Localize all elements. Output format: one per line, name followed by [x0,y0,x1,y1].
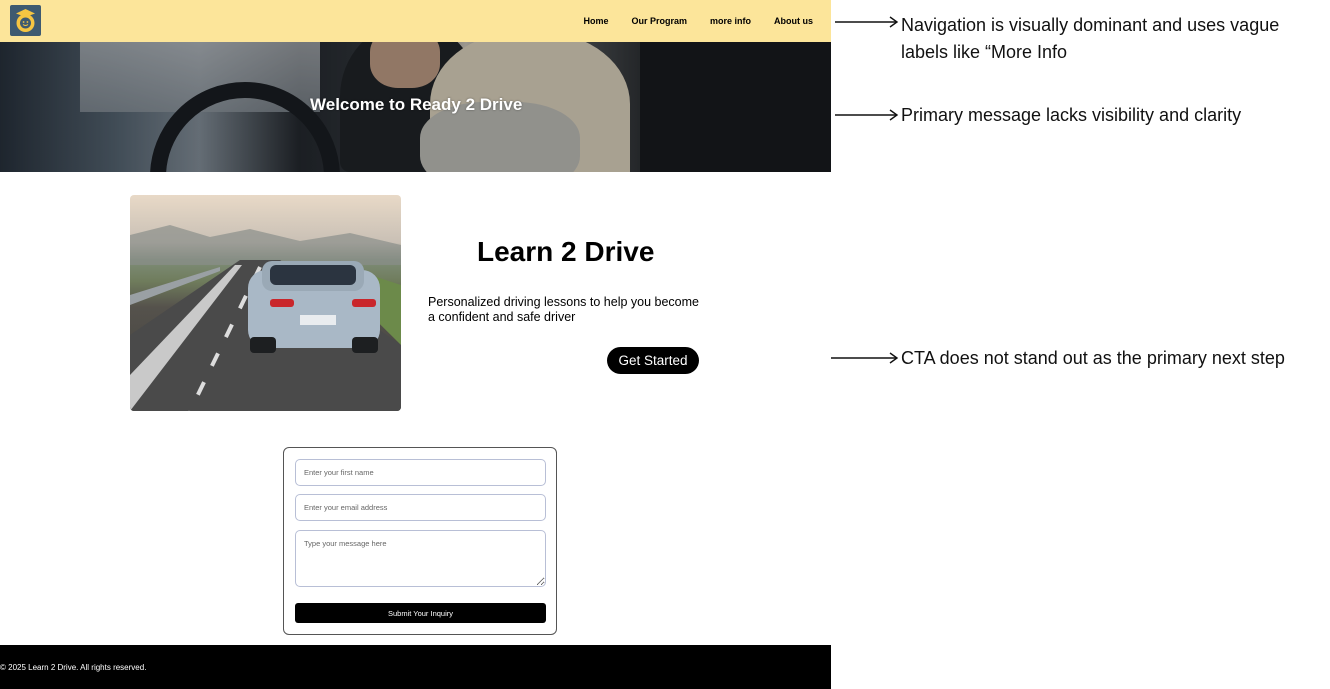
submit-inquiry-button[interactable]: Submit Your Inquiry [295,603,546,623]
first-name-input[interactable] [295,459,546,486]
graduate-face-icon [16,9,35,32]
hero-title: Welcome to Ready 2 Drive [310,95,523,114]
annotation-cta: CTA does not stand out as the primary ne… [901,348,1285,368]
navbar: Home Our Program more info About us [0,0,831,42]
email-input[interactable] [295,494,546,521]
nav-home[interactable]: Home [583,16,608,26]
get-started-button[interactable]: Get Started [607,347,699,374]
message-textarea[interactable] [295,530,546,587]
intro-description: Personalized driving lessons to help you… [428,295,699,324]
hero-banner: Welcome to Ready 2 Drive [0,42,831,172]
nav-about-us[interactable]: About us [774,16,813,26]
nav-links: Home Our Program more info About us [583,0,813,42]
inquiry-form: Submit Your Inquiry [283,447,557,635]
arrow-right-icon [831,352,899,364]
arrow-right-icon [835,16,899,28]
nav-more-info[interactable]: more info [710,16,751,26]
footer: © 2025 Learn 2 Drive. All rights reserve… [0,645,831,689]
annotation-navigation: Navigation is visually dominant and uses… [901,15,1280,62]
website-mockup: Home Our Program more info About us Welc… [0,0,831,689]
arrow-right-icon [835,109,899,121]
footer-copyright: © 2025 Learn 2 Drive. All rights reserve… [0,663,147,672]
annotation-primary-message: Primary message lacks visibility and cla… [901,105,1242,125]
nav-our-program[interactable]: Our Program [631,16,687,26]
logo[interactable] [10,5,41,36]
car-on-road-image [130,195,401,411]
car-illustration [130,225,401,411]
intro-title: Learn 2 Drive [477,236,655,267]
